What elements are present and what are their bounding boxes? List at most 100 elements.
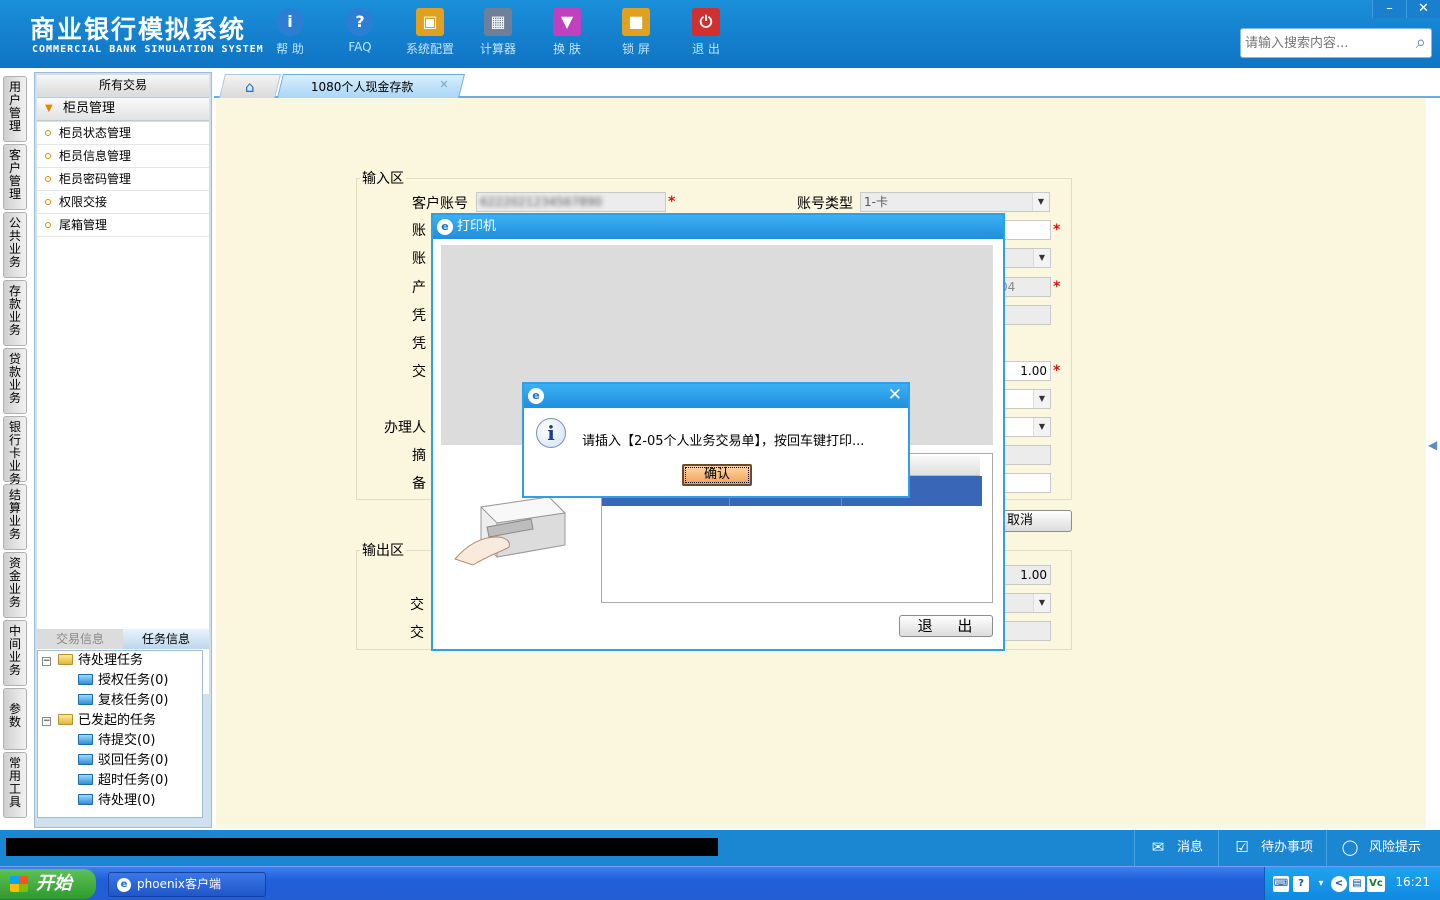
start-label: 开始	[36, 873, 72, 894]
vnav-customer-management[interactable]: 客户管理	[3, 144, 27, 210]
taskbar-app-button[interactable]: e phoenix客户端	[108, 872, 266, 897]
help-tray-icon[interactable]: ?	[1293, 876, 1309, 892]
vnav-common-tools[interactable]: 常用工具	[3, 752, 27, 818]
close-icon[interactable]: ✕	[888, 385, 902, 405]
customer-account-label: 客户账号	[412, 196, 468, 212]
checkbox-icon: ☑	[1235, 838, 1249, 856]
account-type-select[interactable]: 1-卡 ▼	[860, 192, 1050, 212]
list-item[interactable]: 柜员密码管理	[37, 168, 209, 191]
tree-node[interactable]: 待处理(0)	[78, 791, 155, 811]
faq-button[interactable]: ? FAQ	[330, 8, 390, 54]
required-mark: *	[1053, 222, 1061, 238]
group-teller-management[interactable]: ▼ 柜员管理	[37, 97, 209, 121]
search-icon[interactable]: ⌕	[1416, 32, 1426, 53]
tree-node-label: 待处理(0)	[98, 793, 156, 808]
minimize-button[interactable]: –	[1372, 0, 1406, 18]
bullet-icon	[45, 176, 51, 182]
lock-icon: ■	[622, 8, 650, 36]
customer-account-field[interactable]: 6222021234567890	[476, 192, 666, 212]
lock-screen-button[interactable]: ■ 锁 屏	[606, 8, 666, 57]
system-config-button[interactable]: ▣ 系统配置	[400, 8, 460, 57]
account-type-label: 账号类型	[797, 196, 853, 212]
folder-open-icon	[58, 654, 73, 665]
info-icon: i	[536, 418, 566, 448]
tab-current[interactable]: 1080个人现金存款 ✕	[277, 74, 465, 98]
printer-exit-button[interactable]: 退 出	[899, 615, 993, 637]
tree-node-started[interactable]: 已发起的任务	[58, 711, 156, 731]
vnav-loan-business[interactable]: 贷款业务	[3, 348, 27, 414]
tab-transaction-info[interactable]: 交易信息	[37, 629, 123, 649]
list-item[interactable]: 尾箱管理	[37, 214, 209, 237]
window-controls: – ✕	[1372, 0, 1440, 18]
power-icon: ⏻	[692, 8, 720, 36]
vnav-settlement-business[interactable]: 结算业务	[3, 484, 27, 550]
tree-node-label: 待提交(0)	[98, 733, 156, 748]
list-item-label: 柜员状态管理	[59, 126, 132, 140]
home-icon: ⌂	[244, 78, 255, 96]
folder-icon	[78, 694, 93, 705]
windows-logo-icon	[10, 876, 28, 892]
list-item-label: 柜员信息管理	[59, 149, 132, 163]
close-tab-icon[interactable]: ✕	[439, 78, 448, 91]
list-item[interactable]: 权限交接	[37, 191, 209, 214]
required-mark: *	[1053, 363, 1061, 379]
risk-alert-button[interactable]: ◯ 风险提示	[1326, 830, 1440, 866]
search-input[interactable]	[1241, 29, 1401, 57]
collapse-icon[interactable]: −	[42, 717, 51, 726]
tree-node-label: 驳回任务(0)	[98, 753, 169, 768]
os-taskbar: 开始 e phoenix客户端 ⌨ ? ▾ < ▤ Vc 16:21	[0, 866, 1440, 900]
list-item[interactable]: 柜员信息管理	[37, 145, 209, 168]
tab-label: 1080个人现金存款	[310, 80, 414, 94]
task-tree: − 待处理任务 授权任务(0) 复核任务(0) − 已发起的任务 待提交(0) …	[37, 650, 203, 818]
help-button[interactable]: i 帮 助	[260, 8, 320, 57]
calculator-button[interactable]: ▦ 计算器	[468, 8, 528, 57]
vnav-bank-card-business[interactable]: 银行卡业务	[3, 416, 27, 486]
vnav-deposit-business[interactable]: 存款业务	[3, 280, 27, 346]
left-panel: 所有交易 ▼ 柜员管理 柜员状态管理 柜员信息管理 柜员密码管理 权限交接 尾箱…	[34, 72, 212, 828]
vnav-parameters[interactable]: 参数	[3, 688, 27, 750]
collapse-icon[interactable]: −	[42, 657, 51, 666]
tree-node-pending[interactable]: 待处理任务	[58, 651, 143, 671]
tree-node[interactable]: 待提交(0)	[78, 731, 155, 751]
message-text: 请插入【2-05个人业务交易单】，按回车键打印...	[582, 434, 865, 449]
taskbar-app-label: phoenix客户端	[137, 877, 221, 891]
field-label: 凭	[412, 308, 426, 324]
field-label: 交	[410, 597, 424, 613]
tree-node[interactable]: 超时任务(0)	[78, 771, 168, 791]
vertical-nav: 用户管理 客户管理 公共业务 存款业务 贷款业务 银行卡业务 结算业务 资金业务…	[0, 68, 32, 830]
toolbox-icon: ▣	[416, 8, 444, 36]
vnav-user-management[interactable]: 用户管理	[3, 76, 27, 142]
network-icon[interactable]: ▤	[1349, 876, 1365, 892]
list-item[interactable]: 柜员状态管理	[37, 122, 209, 145]
output-area-legend: 输出区	[360, 540, 406, 560]
arrow-icon[interactable]: <	[1331, 876, 1347, 892]
todo-button[interactable]: ☑ 待办事项	[1218, 830, 1326, 866]
change-skin-button[interactable]: ▼ 换 肤	[537, 8, 597, 57]
vnav-intermediary-business[interactable]: 中间业务	[3, 620, 27, 686]
bullet-icon	[45, 130, 51, 136]
panel-title: 所有交易	[37, 75, 209, 95]
account-type-value: 1-卡	[864, 195, 888, 209]
vnav-public-business[interactable]: 公共业务	[3, 212, 27, 278]
tree-node[interactable]: 驳回任务(0)	[78, 751, 168, 771]
vnav-fund-business[interactable]: 资金业务	[3, 552, 27, 618]
folder-open-icon	[58, 714, 73, 725]
tree-node[interactable]: 授权任务(0)	[78, 671, 168, 691]
start-button[interactable]: 开始	[0, 869, 96, 899]
confirm-button[interactable]: 确认	[682, 464, 752, 486]
close-window-button[interactable]: ✕	[1406, 0, 1440, 18]
collapse-arrow-icon[interactable]: ◀	[1428, 438, 1437, 452]
ie-icon: e	[437, 219, 453, 235]
tree-node[interactable]: 复核任务(0)	[78, 691, 168, 711]
usb-icon[interactable]: ▾	[1313, 876, 1329, 892]
tree-node-label: 待处理任务	[78, 653, 144, 668]
keyboard-icon[interactable]: ⌨	[1273, 876, 1289, 892]
cancel-button[interactable]: 取消	[996, 510, 1072, 532]
tab-home[interactable]: ⌂	[219, 74, 281, 98]
tab-task-info[interactable]: 任务信息	[123, 629, 209, 649]
messages-button[interactable]: ✉ 消息	[1134, 830, 1226, 866]
help-label: 帮 助	[276, 42, 304, 56]
vc-icon[interactable]: Vc	[1367, 876, 1385, 892]
field-label: 摘	[412, 448, 426, 464]
exit-button[interactable]: ⏻ 退 出	[676, 8, 736, 57]
